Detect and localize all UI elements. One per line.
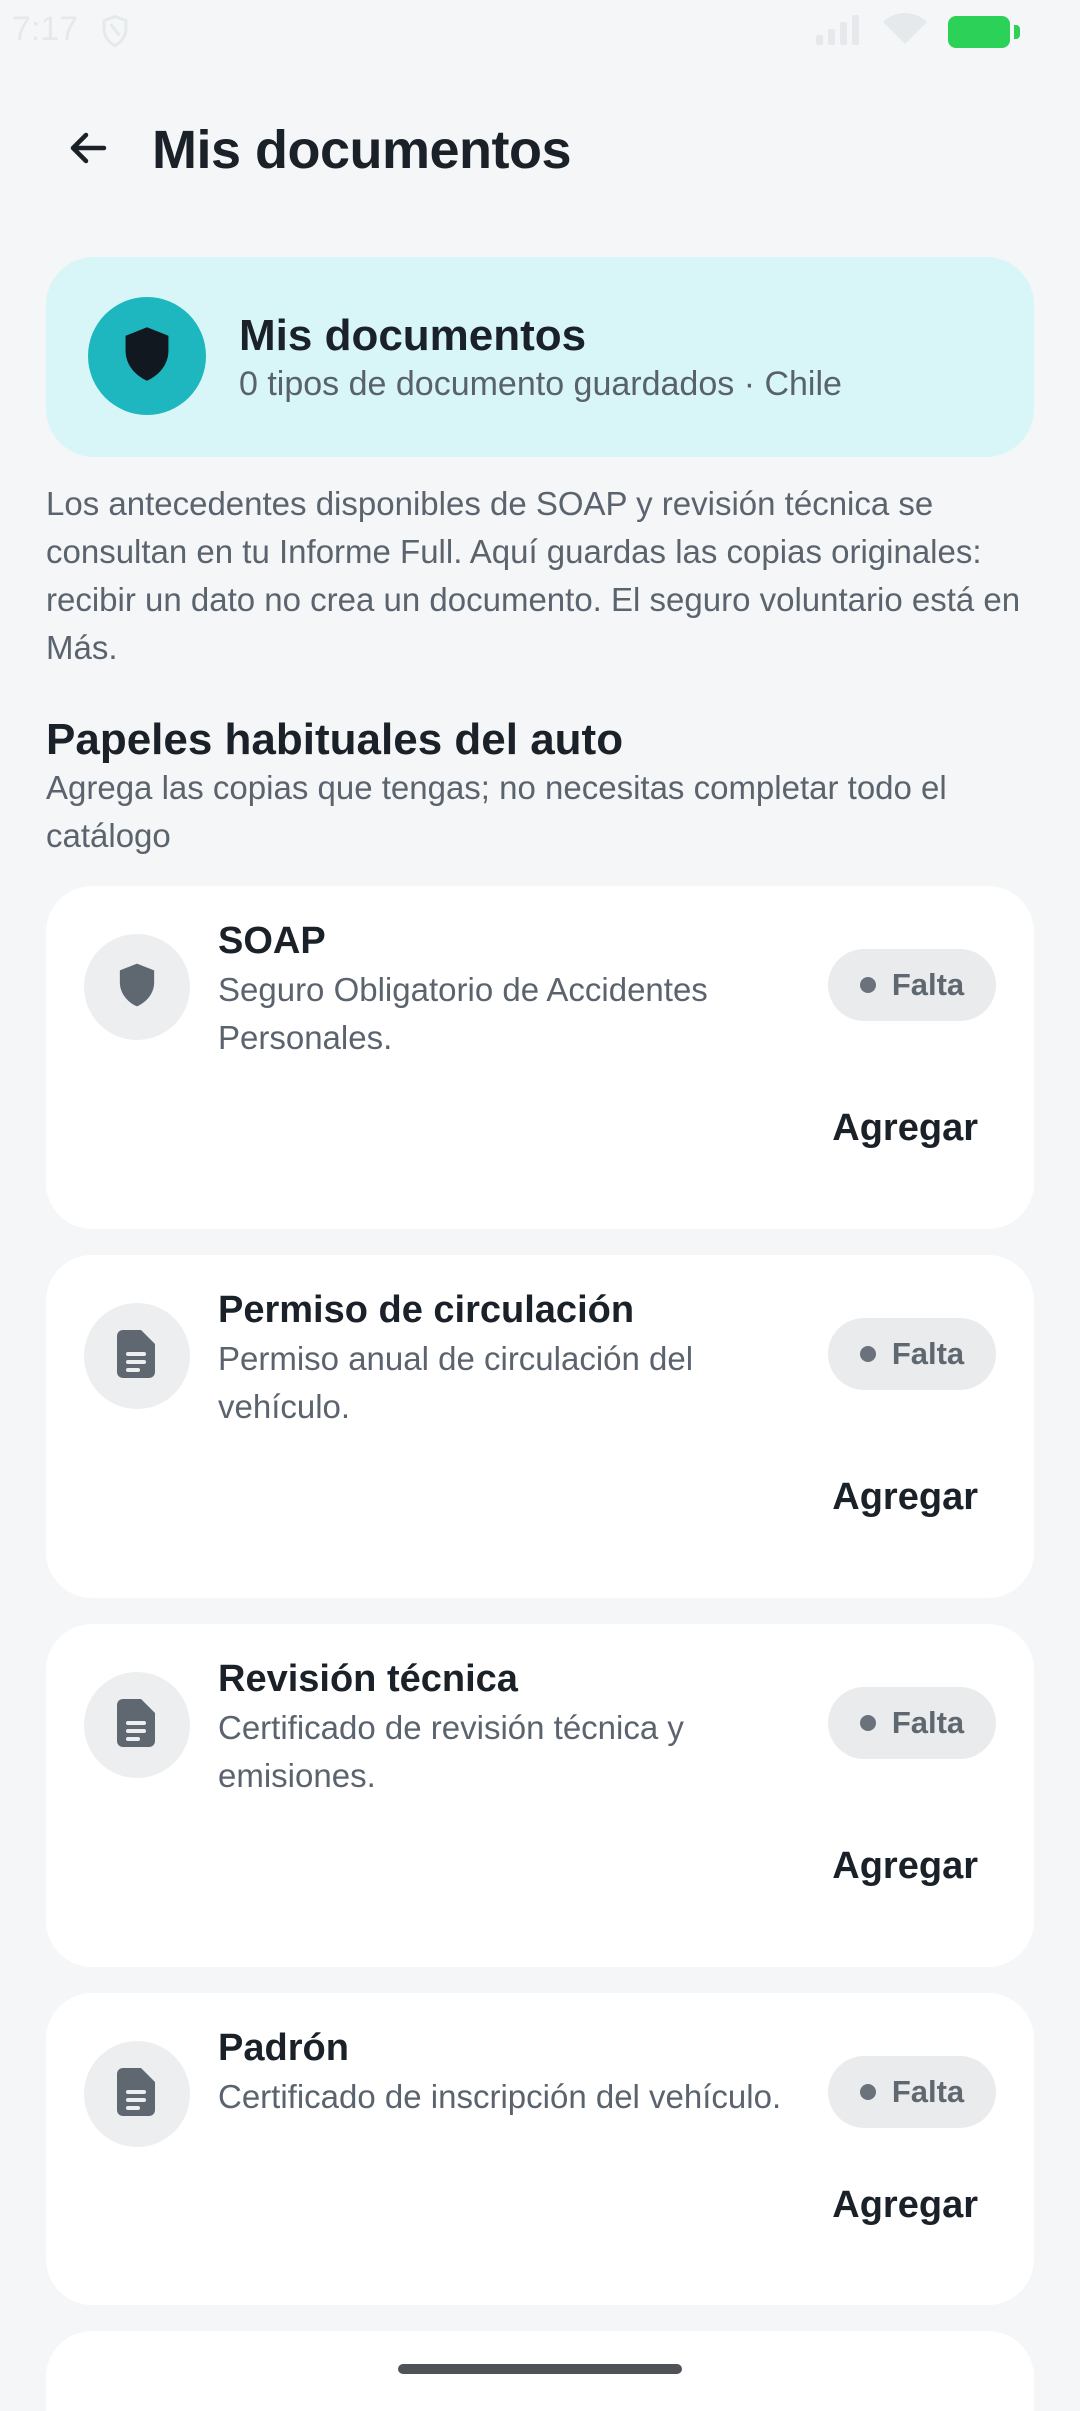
document-description: Certificado de revisión técnica y emisio… xyxy=(218,1709,684,1794)
status-label: Falta xyxy=(891,1705,965,1740)
document-card-padron: Padrón Certificado de inscripción del ve… xyxy=(46,1993,1034,2305)
add-document-button[interactable]: Agregar xyxy=(810,1088,1000,1168)
document-description: Permiso anual de circulación del vehícul… xyxy=(218,1340,694,1425)
status-label: Falta xyxy=(891,1336,965,1371)
document-title: Padrón xyxy=(218,2027,349,2069)
document-title: Revisión técnica xyxy=(218,1658,518,1700)
add-document-button[interactable]: Agregar xyxy=(810,1826,1000,1906)
battery-icon xyxy=(948,15,1020,48)
summary-title: Mis documentos xyxy=(239,311,587,360)
doc-icon-circle xyxy=(84,1303,190,1409)
wifi-icon xyxy=(882,12,928,51)
doc-icon-circle xyxy=(84,934,190,1040)
document-title: Permiso de circulación xyxy=(218,1289,635,1331)
document-description: Certificado de inscripción del vehículo. xyxy=(218,2078,782,2115)
document-card-soap: SOAP Seguro Obligatorio de Accidentes Pe… xyxy=(46,886,1034,1229)
document-title: SOAP xyxy=(218,920,326,962)
intro-text: Los antecedentes disponibles de SOAP y r… xyxy=(46,485,1021,666)
summary-avatar xyxy=(88,297,206,415)
status-label: Falta xyxy=(891,967,965,1002)
status-dot xyxy=(859,2084,876,2100)
status-dot xyxy=(859,1715,876,1731)
doc-icon-circle xyxy=(84,2041,190,2147)
status-icons xyxy=(816,12,1020,51)
arrow-back-icon xyxy=(64,124,112,177)
status-badge: Falta xyxy=(828,2056,996,2128)
section-subtitle: Agrega las copias que tengas; no necesit… xyxy=(46,769,947,854)
app-bar: Mis documentos xyxy=(0,100,1080,200)
back-button[interactable] xyxy=(58,120,118,180)
home-indicator[interactable] xyxy=(398,2364,682,2374)
doc-icon-circle xyxy=(84,1672,190,1778)
page-title: Mis documentos xyxy=(152,120,572,180)
status-badge: Falta xyxy=(828,1687,996,1759)
status-badge: Falta xyxy=(828,1318,996,1390)
add-document-button[interactable]: Agregar xyxy=(810,1457,1000,1537)
section-title: Papeles habituales del auto xyxy=(46,715,624,764)
document-icon xyxy=(117,1698,157,1752)
status-badge: Falta xyxy=(828,949,996,1021)
add-document-button[interactable]: Agregar xyxy=(810,2165,1000,2245)
status-label: Falta xyxy=(891,2074,965,2109)
document-card-revision: Revisión técnica Certificado de revisión… xyxy=(46,1624,1034,1967)
shield-outline-icon xyxy=(100,14,130,53)
summary-subtitle: 0 tipos de documento guardados · Chile xyxy=(239,365,842,403)
status-time: 7:17 xyxy=(12,10,79,48)
signal-icon xyxy=(816,13,862,50)
document-card-permiso: Permiso de circulación Permiso anual de … xyxy=(46,1255,1034,1598)
summary-card: Mis documentos 0 tipos de documento guar… xyxy=(46,257,1034,457)
document-icon xyxy=(117,2067,157,2121)
status-bar: 7:17 xyxy=(0,0,1080,64)
status-dot xyxy=(859,977,876,993)
document-icon xyxy=(117,1329,157,1383)
document-description: Seguro Obligatorio de Accidentes Persona… xyxy=(218,971,708,1056)
shield-icon xyxy=(121,324,173,389)
shield-icon xyxy=(116,961,158,1014)
status-dot xyxy=(859,1346,876,1362)
